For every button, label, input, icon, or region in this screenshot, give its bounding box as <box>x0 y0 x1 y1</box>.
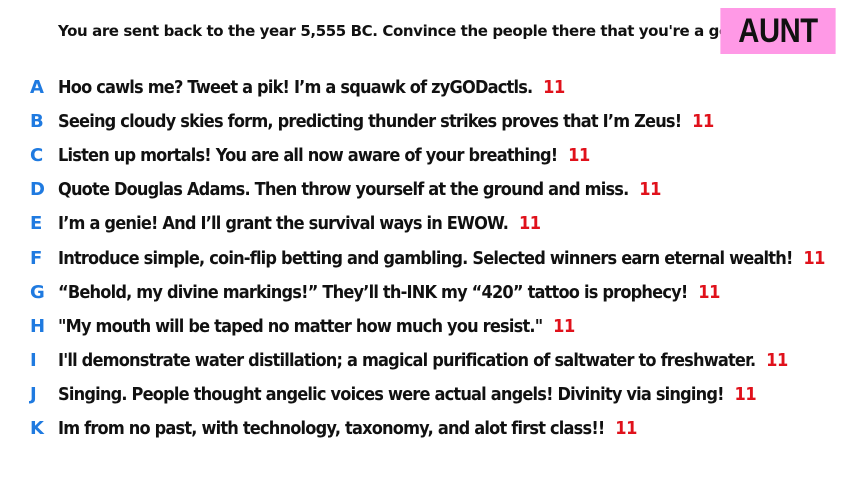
entry-row: K Im from no past, with technology, taxo… <box>0 412 853 446</box>
entry-letter: G <box>30 281 45 303</box>
entry-text: Singing. People thought angelic voices w… <box>58 384 725 406</box>
entry-letter: J <box>30 384 37 406</box>
entry-score: 11 <box>615 418 637 440</box>
entry-letter: I <box>30 350 37 372</box>
entry-row: E I’m a genie! And I’ll grant the surviv… <box>0 207 853 241</box>
entry-letter: B <box>30 110 44 132</box>
entry-score: 11 <box>734 384 757 406</box>
entry-row: H "My mouth will be taped no matter how … <box>0 309 853 343</box>
entry-row: F Introduce simple, coin-flip betting an… <box>0 241 853 275</box>
entry-body: Listen up mortals! You are all now aware… <box>58 145 590 166</box>
entry-list: A Hoo cawls me? Tweet a pik! I’m a squaw… <box>0 70 853 446</box>
entry-score: 11 <box>553 315 575 337</box>
entry-text: Im from no past, with technology, taxono… <box>58 418 605 440</box>
entry-row: J Singing. People thought angelic voices… <box>0 378 853 412</box>
prompt-text: You are sent back to the year 5,555 BC. … <box>58 22 745 40</box>
entry-row: I I'll demonstrate water distillation; a… <box>0 344 853 378</box>
entry-score: 11 <box>568 144 590 166</box>
entry-text: Hoo cawls me? Tweet a pik! I’m a squawk … <box>58 76 533 98</box>
entry-body: Im from no past, with technology, taxono… <box>58 418 637 439</box>
entry-letter: F <box>30 247 43 269</box>
entry-row: G “Behold, my divine markings!” They’ll … <box>0 275 853 309</box>
entry-body: I'll demonstrate water distillation; a m… <box>58 350 788 371</box>
entry-text: Seeing cloudy skies form, predicting thu… <box>58 110 682 132</box>
entry-letter: A <box>30 76 44 98</box>
entry-row: D Quote Douglas Adams. Then throw yourse… <box>0 173 853 207</box>
entry-score: 11 <box>803 247 825 269</box>
entry-letter: H <box>30 315 46 337</box>
entry-body: I’m a genie! And I’ll grant the survival… <box>58 213 541 234</box>
entry-score: 11 <box>543 76 565 98</box>
entry-body: “Behold, my divine markings!” They’ll th… <box>58 282 720 303</box>
entry-letter: K <box>30 418 44 440</box>
entry-body: "My mouth will be taped no matter how mu… <box>58 316 575 337</box>
entry-score: 11 <box>692 110 714 132</box>
entry-letter: D <box>30 179 45 201</box>
entry-body: Seeing cloudy skies form, predicting thu… <box>58 111 714 132</box>
entry-score: 11 <box>698 281 720 303</box>
entry-score: 11 <box>766 350 788 372</box>
entry-score: 11 <box>518 213 541 235</box>
entry-row: A Hoo cawls me? Tweet a pik! I’m a squaw… <box>0 70 853 104</box>
entry-letter: C <box>30 144 44 166</box>
entry-text: Listen up mortals! You are all now aware… <box>58 144 558 166</box>
entry-row: B Seeing cloudy skies form, predicting t… <box>0 104 853 138</box>
entry-text: I'll demonstrate water distillation; a m… <box>58 350 756 372</box>
entry-text: “Behold, my divine markings!” They’ll th… <box>58 281 688 303</box>
entry-text: Quote Douglas Adams. Then throw yourself… <box>58 179 629 201</box>
entry-body: Singing. People thought angelic voices w… <box>58 384 757 406</box>
entry-row: C Listen up mortals! You are all now awa… <box>0 138 853 172</box>
entry-text: Introduce simple, coin-flip betting and … <box>58 247 793 269</box>
entry-text: "My mouth will be taped no matter how mu… <box>58 315 543 337</box>
category-badge: AUNT <box>720 8 836 54</box>
entry-body: Quote Douglas Adams. Then throw yourself… <box>58 179 661 200</box>
entry-score: 11 <box>639 179 661 201</box>
entry-body: Introduce simple, coin-flip betting and … <box>58 248 825 269</box>
category-badge-label: AUNT <box>738 11 818 50</box>
entry-text: I’m a genie! And I’ll grant the survival… <box>58 213 509 235</box>
entry-letter: E <box>30 213 43 235</box>
entry-body: Hoo cawls me? Tweet a pik! I’m a squawk … <box>58 77 565 98</box>
